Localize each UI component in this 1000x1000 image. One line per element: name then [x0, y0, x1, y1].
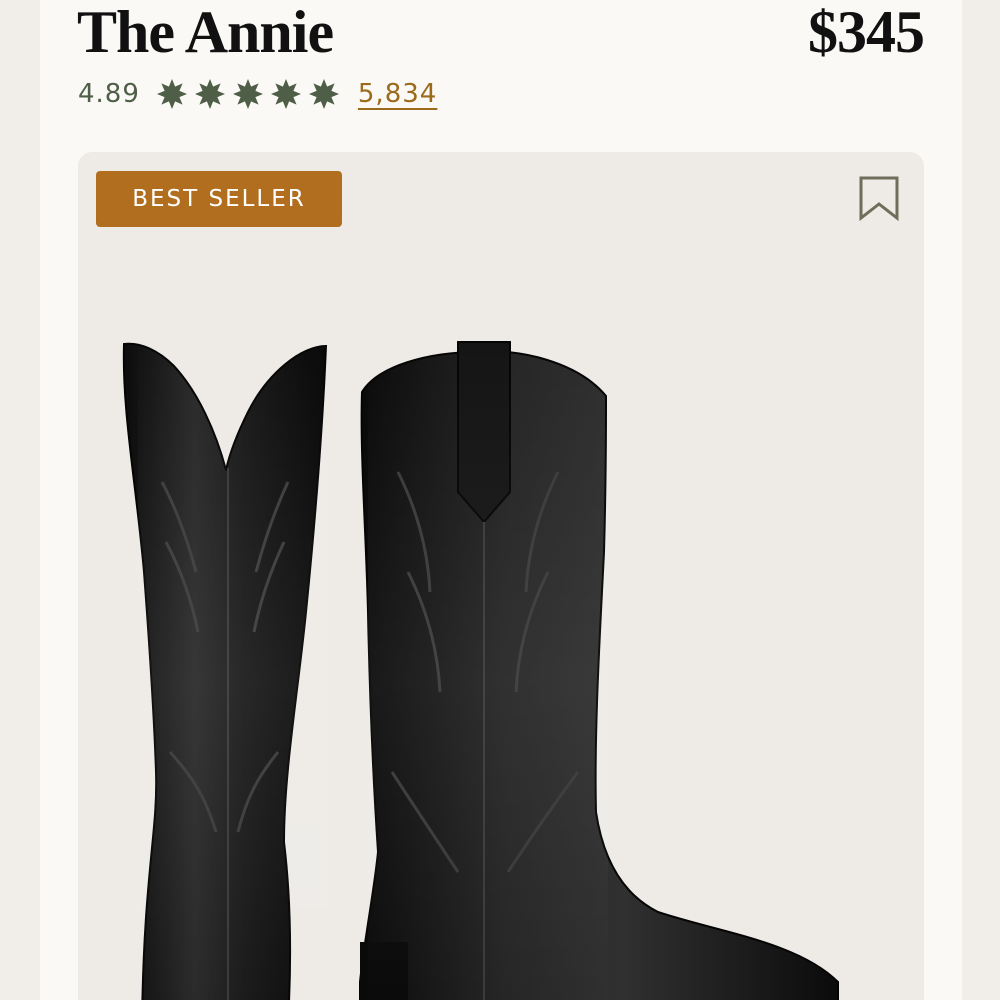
star-rating [156, 78, 346, 110]
review-count-link[interactable]: 5,834 [358, 79, 437, 109]
star-burst-icon [270, 79, 301, 109]
star-burst-icon [194, 79, 225, 109]
product-image [122, 332, 839, 1000]
rating-row: 4.89 5,834 [78, 74, 437, 114]
star-burst-icon [308, 79, 339, 109]
star-burst-icon [156, 79, 187, 109]
boot-front-view [122, 332, 328, 1000]
boot-side-view [359, 341, 839, 1000]
product-page: The Annie $345 4.89 5,834 BEST SELLER [40, 0, 962, 1000]
bookmark-icon[interactable] [854, 172, 904, 224]
star-burst-icon [232, 79, 263, 109]
best-seller-badge: BEST SELLER [96, 171, 342, 227]
product-title: The Annie [77, 0, 334, 65]
rating-value: 4.89 [78, 79, 140, 109]
product-image-card[interactable]: BEST SELLER [78, 152, 924, 1000]
product-price: $345 [808, 0, 925, 65]
